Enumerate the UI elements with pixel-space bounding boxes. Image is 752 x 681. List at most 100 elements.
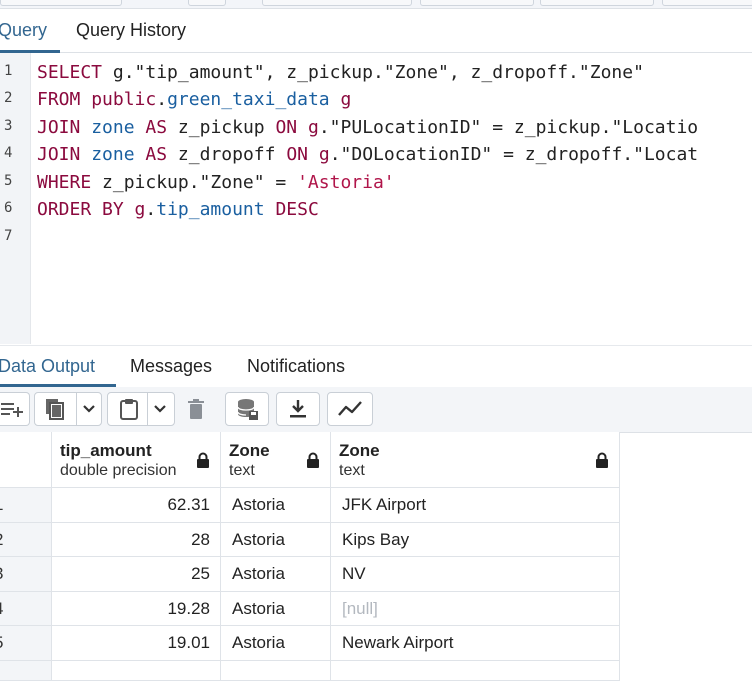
toolbar-button-fragment[interactable] bbox=[262, 0, 412, 6]
code-line[interactable]: FROM public.green_taxi_data g bbox=[37, 86, 351, 113]
code-token: JOIN bbox=[37, 116, 81, 138]
code-line[interactable]: JOIN zone AS z_dropoff ON g."DOLocationI… bbox=[37, 141, 698, 168]
line-number: 5 bbox=[4, 173, 13, 189]
tab-data-output[interactable]: Data Output bbox=[0, 346, 116, 387]
line-number: 2 bbox=[4, 90, 13, 106]
code-token: z_pickup."Zone" = bbox=[91, 171, 298, 193]
code-token: ."PULocationID" = z_pickup."Locatio bbox=[318, 116, 699, 138]
line-number: 6 bbox=[4, 200, 13, 216]
row-number[interactable]: 2 bbox=[0, 522, 52, 558]
cell-tip-amount[interactable]: 19.28 bbox=[52, 591, 221, 627]
toolbar-button-fragment[interactable] bbox=[188, 0, 226, 6]
add-row-button[interactable] bbox=[0, 392, 30, 426]
code-token: 'Astoria' bbox=[297, 171, 395, 193]
code-token: FROM bbox=[37, 89, 81, 111]
chevron-down-icon bbox=[82, 405, 95, 413]
code-token: JOIN bbox=[37, 144, 81, 166]
code-token: ON bbox=[275, 116, 298, 138]
table-row-partial[interactable] bbox=[0, 661, 52, 681]
table-row-partial[interactable] bbox=[331, 661, 620, 681]
code-line[interactable]: JOIN zone AS z_pickup ON g."PULocationID… bbox=[37, 114, 698, 141]
code-token: AS bbox=[145, 116, 168, 138]
column-name: tip_amount bbox=[60, 441, 152, 460]
column-type: text bbox=[229, 462, 255, 479]
cell-pickup-zone[interactable]: Astoria bbox=[221, 626, 331, 661]
cell-tip-amount[interactable]: 62.31 bbox=[52, 488, 221, 523]
column-name: Zone bbox=[229, 441, 270, 460]
column-header-dropoff-zone[interactable]: Zone text bbox=[331, 432, 620, 488]
save-data-button[interactable] bbox=[225, 392, 269, 426]
download-button[interactable] bbox=[276, 392, 320, 426]
table-row-partial[interactable] bbox=[221, 661, 331, 681]
tab-query[interactable]: Query bbox=[0, 9, 60, 53]
code-token: ON bbox=[286, 144, 308, 166]
tab-messages[interactable]: Messages bbox=[130, 346, 212, 386]
tab-notifications[interactable]: Notifications bbox=[247, 346, 345, 386]
lock-icon bbox=[197, 452, 209, 468]
copy-button[interactable] bbox=[34, 392, 102, 426]
column-type: double precision bbox=[60, 462, 177, 479]
tab-query-history[interactable]: Query History bbox=[76, 9, 186, 52]
line-number-gutter: 1 2 3 4 5 6 7 bbox=[0, 53, 31, 344]
row-number[interactable]: 1 bbox=[0, 488, 52, 523]
table-row-partial[interactable] bbox=[52, 661, 221, 681]
cell-dropoff-zone[interactable]: [null] bbox=[331, 591, 620, 627]
cell-dropoff-zone[interactable]: JFK Airport bbox=[331, 488, 620, 523]
row-number[interactable]: 4 bbox=[0, 591, 52, 627]
line-number: 4 bbox=[4, 145, 13, 161]
toolbar-button-fragment[interactable] bbox=[662, 0, 752, 6]
code-line[interactable]: ORDER BY g.tip_amount DESC bbox=[37, 196, 319, 223]
output-tab-bar: Data Output Messages Notifications bbox=[0, 345, 752, 388]
code-line[interactable]: SELECT g."tip_amount", z_pickup."Zone", … bbox=[37, 59, 644, 86]
row-number[interactable]: 5 bbox=[0, 626, 52, 661]
add-row-icon bbox=[0, 403, 23, 417]
graph-visualiser-button[interactable] bbox=[327, 392, 373, 426]
code-token: ."DOLocationID" = z_dropoff."Locat bbox=[329, 144, 699, 166]
cell-pickup-zone[interactable]: Astoria bbox=[221, 522, 331, 558]
data-output-toolbar bbox=[0, 387, 752, 433]
cell-tip-amount[interactable]: 28 bbox=[52, 522, 221, 558]
cell-pickup-zone[interactable]: Astoria bbox=[221, 488, 331, 523]
graph-visualiser-icon bbox=[338, 401, 362, 416]
code-token: AS bbox=[145, 144, 168, 166]
toolbar-button-fragment[interactable] bbox=[540, 0, 654, 6]
code-token: . bbox=[145, 199, 157, 220]
code-line[interactable]: WHERE z_pickup."Zone" = 'Astoria' bbox=[37, 169, 395, 196]
tab-messages-label: Messages bbox=[130, 356, 213, 376]
tab-notifications-label: Notifications bbox=[247, 356, 346, 376]
paste-button[interactable] bbox=[107, 392, 175, 426]
line-number: 1 bbox=[4, 63, 13, 79]
tab-data-output-label: Data Output bbox=[0, 356, 96, 376]
code-token: "Zone" bbox=[578, 62, 644, 83]
toolbar-button-fragment[interactable] bbox=[0, 0, 122, 6]
sql-editor[interactable]: 1 2 3 4 5 6 7 SELECT g."tip_amount", z_p… bbox=[0, 53, 752, 344]
code-token: WHERE bbox=[37, 171, 92, 193]
cell-pickup-zone[interactable]: Astoria bbox=[221, 557, 331, 592]
cell-dropoff-zone[interactable]: Newark Airport bbox=[331, 626, 620, 661]
code-token: "tip_amount" bbox=[134, 62, 265, 83]
lock-icon bbox=[307, 452, 319, 468]
chevron-down-icon bbox=[153, 405, 166, 413]
row-number[interactable]: 3 bbox=[0, 557, 52, 592]
delete-button[interactable] bbox=[179, 392, 213, 426]
toolbar-button-fragment[interactable] bbox=[420, 0, 534, 6]
cell-tip-amount[interactable]: 25 bbox=[52, 557, 221, 592]
column-header-pickup-zone[interactable]: Zone text bbox=[221, 432, 331, 488]
column-header-tip-amount[interactable]: tip_amount double precision bbox=[52, 432, 221, 488]
cell-pickup-zone[interactable]: Astoria bbox=[221, 591, 331, 627]
cell-dropoff-zone[interactable]: NV bbox=[331, 557, 620, 592]
tab-query-label: Query bbox=[0, 20, 48, 40]
code-token: zone bbox=[91, 144, 135, 166]
cell-tip-amount[interactable]: 19.01 bbox=[52, 626, 221, 661]
copy-icon bbox=[45, 399, 64, 420]
lock-icon bbox=[596, 452, 608, 468]
save-data-icon bbox=[237, 399, 258, 420]
code-token: g bbox=[340, 89, 352, 111]
cell-dropoff-zone[interactable]: Kips Bay bbox=[331, 522, 620, 558]
top-toolbar-strip bbox=[0, 0, 752, 9]
line-number: 7 bbox=[4, 228, 13, 244]
